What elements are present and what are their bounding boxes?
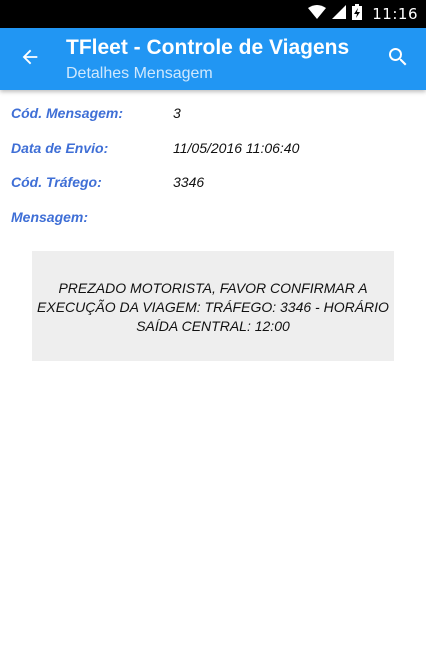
back-button[interactable] [12, 41, 48, 77]
status-bar: 11:16 [0, 0, 426, 28]
cell-signal-icon [332, 4, 347, 24]
search-button[interactable] [380, 41, 416, 77]
search-icon [386, 45, 410, 74]
app-subtitle: Detalhes Mensagem [66, 65, 213, 82]
message-box: PREZADO MOTORISTA, FAVOR CONFIRMAR A EXE… [32, 251, 394, 361]
mensagem-label: Mensagem: [11, 209, 89, 225]
app-title: TFleet - Controle de Viagens [66, 36, 350, 59]
battery-charging-icon [352, 3, 363, 25]
status-icons: 11:16 [308, 0, 418, 28]
status-time: 11:16 [372, 5, 418, 23]
codigo-trafego-label: Cód. Tráfego: [11, 174, 102, 190]
codigo-mensagem-value: 3 [173, 105, 181, 121]
data-envio-label: Data de Envio: [11, 140, 109, 156]
arrow-back-icon [19, 46, 41, 73]
message-text: PREZADO MOTORISTA, FAVOR CONFIRMAR A EXE… [37, 280, 389, 334]
codigo-mensagem-label: Cód. Mensagem: [11, 105, 124, 121]
data-envio-value: 11/05/2016 11:06:40 [173, 140, 300, 156]
codigo-trafego-value: 3346 [173, 174, 205, 190]
app-bar: TFleet - Controle de Viagens Detalhes Me… [0, 28, 426, 90]
wifi-icon [308, 4, 327, 24]
